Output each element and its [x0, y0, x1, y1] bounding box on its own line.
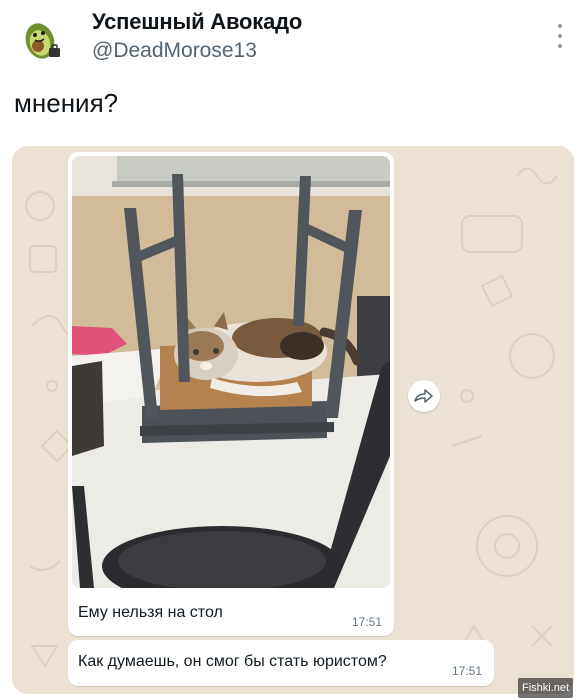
tweet-media[interactable]: Ему нельзя на стол 17:51 Как думаешь, он… [12, 146, 574, 694]
more-options-icon[interactable] [552, 24, 568, 48]
cat-under-stool-photo[interactable] [72, 156, 390, 588]
message-time: 17:51 [451, 664, 482, 678]
forward-button[interactable] [408, 380, 440, 412]
photo-caption: Ему нельзя на стол [78, 604, 223, 621]
tweet-header: Успешный Авокадо @DeadMorose13 [0, 0, 584, 80]
photo-message-bubble[interactable]: Ему нельзя на стол 17:51 [68, 152, 394, 636]
message-time: 17:51 [351, 615, 382, 629]
display-name[interactable]: Успешный Авокадо [92, 9, 302, 35]
watermark: Fishki.net [518, 678, 574, 698]
avatar-icon [16, 14, 68, 66]
forward-icon [414, 389, 433, 403]
tweet-text: мнения? [14, 88, 119, 118]
text-message-bubble[interactable]: Как думаешь, он смог бы стать юристом? 1… [68, 640, 494, 686]
avatar[interactable] [16, 14, 68, 66]
user-handle[interactable]: @DeadMorose13 [92, 39, 257, 63]
message-text: Как думаешь, он смог бы стать юристом? [78, 653, 387, 670]
